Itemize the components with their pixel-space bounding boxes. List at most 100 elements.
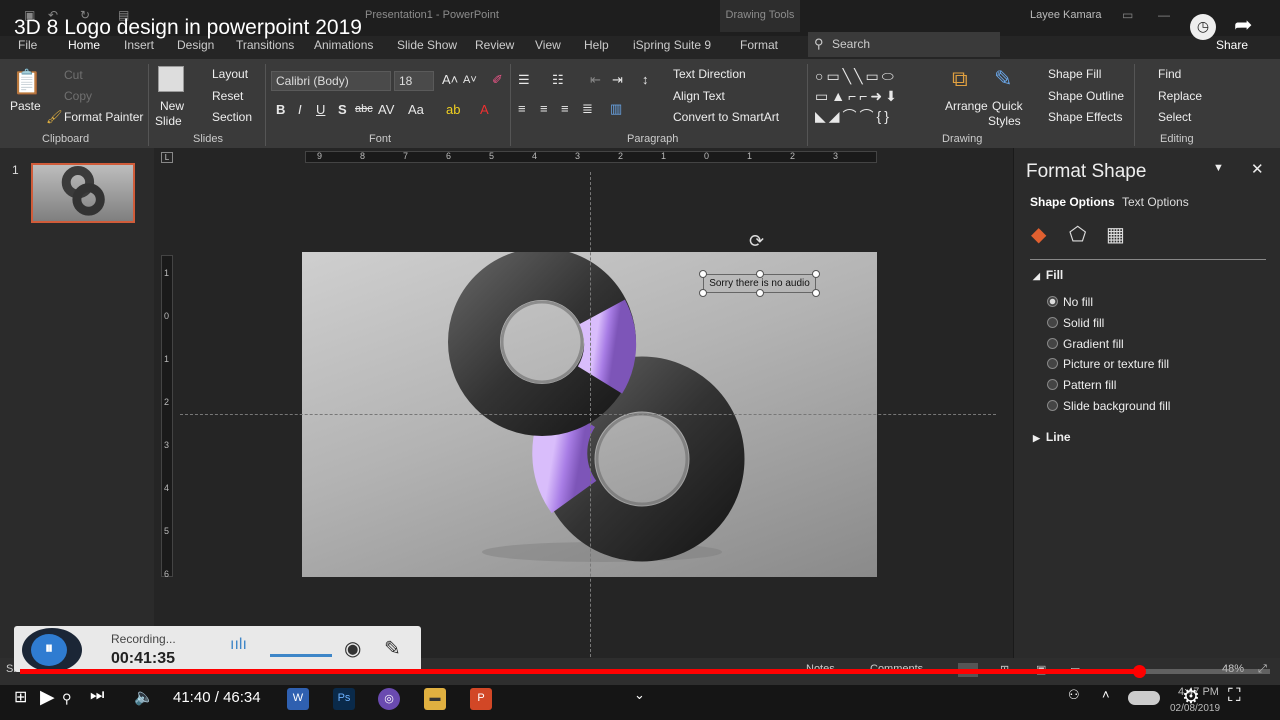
quick-styles-icon[interactable]: ✎ <box>994 66 1012 92</box>
shadow-icon[interactable]: S <box>338 102 347 117</box>
font-size-select[interactable]: 18 <box>394 71 434 91</box>
radio-slide-background-fill[interactable]: Slide background fill <box>1047 399 1170 413</box>
tab-format[interactable]: Format <box>740 38 778 52</box>
next-icon[interactable]: ⏭ <box>90 687 104 705</box>
select-button[interactable]: Select <box>1158 110 1191 124</box>
new-slide-button-2[interactable]: Slide <box>155 114 182 128</box>
pause-icon[interactable]: ⏸ <box>31 634 67 666</box>
bold-icon[interactable]: B <box>276 102 285 117</box>
chevron-down-icon[interactable]: ⌄ <box>634 687 645 703</box>
explorer-taskbar-icon[interactable]: ▬ <box>424 688 446 710</box>
radio-button[interactable] <box>1047 400 1058 411</box>
ribbon-display-icon[interactable]: ▭ <box>1122 8 1133 22</box>
resize-handle[interactable] <box>812 270 820 278</box>
paste-button[interactable]: Paste <box>10 99 41 113</box>
tab-ispring[interactable]: iSpring Suite 9 <box>633 38 711 52</box>
people-icon[interactable]: ⚇ <box>1068 687 1080 703</box>
pen-icon[interactable]: ✎ <box>384 636 401 661</box>
reset-button[interactable]: Reset <box>212 89 243 103</box>
format-painter-button[interactable]: Format Painter <box>64 110 143 124</box>
radio-gradient-fill[interactable]: Gradient fill <box>1047 337 1124 351</box>
increase-indent-icon[interactable]: ⇥ <box>612 72 623 88</box>
browser-taskbar-icon[interactable]: ◎ <box>378 688 400 710</box>
horizontal-guide[interactable] <box>180 414 996 415</box>
windows-start-icon[interactable]: ⊞ <box>14 687 27 707</box>
close-icon[interactable]: ✕ <box>1251 160 1264 178</box>
shrink-font-icon[interactable]: A˅ <box>463 74 477 86</box>
tray-chevron-icon[interactable]: ˄ <box>1102 687 1110 702</box>
arrange-button[interactable]: Arrange <box>945 99 988 113</box>
smartart-button[interactable]: Convert to SmartArt <box>673 110 779 124</box>
autoplay-toggle[interactable] <box>1128 691 1160 705</box>
rotate-handle-icon[interactable]: ⟳ <box>749 231 764 252</box>
section-button[interactable]: Section <box>212 110 252 124</box>
size-properties-icon[interactable]: ▦ <box>1106 222 1125 247</box>
change-case-icon[interactable]: Aa <box>408 102 424 117</box>
tab-help[interactable]: Help <box>584 38 609 52</box>
quick-styles-button-2[interactable]: Styles <box>988 114 1021 128</box>
grow-font-icon[interactable]: A˄ <box>442 72 458 87</box>
radio-button[interactable] <box>1047 338 1058 349</box>
share-button[interactable]: Share <box>1216 38 1248 52</box>
arrange-icon[interactable]: ⧉ <box>952 66 968 92</box>
shape-outline-button[interactable]: Shape Outline <box>1048 89 1124 103</box>
font-color-icon[interactable]: A <box>480 102 489 117</box>
radio-no-fill[interactable]: No fill <box>1047 295 1093 309</box>
fullscreen-icon[interactable]: ⛶ <box>1228 685 1241 706</box>
tab-selector[interactable]: L <box>161 152 173 163</box>
justify-icon[interactable]: ≣ <box>582 101 593 117</box>
quick-styles-button[interactable]: Quick <box>992 99 1023 113</box>
italic-icon[interactable]: I <box>298 102 302 117</box>
new-slide-button[interactable]: New <box>160 99 184 113</box>
underline-icon[interactable]: U <box>316 102 325 117</box>
find-button[interactable]: Find <box>1158 67 1181 81</box>
search-icon[interactable]: ⚲ <box>62 691 72 707</box>
strikethrough-icon[interactable]: abc <box>355 103 373 115</box>
numbering-icon[interactable]: ☷ <box>552 72 564 88</box>
line-section-header[interactable]: ▶ Line <box>1033 430 1071 444</box>
word-taskbar-icon[interactable]: W <box>287 688 309 710</box>
font-name-select[interactable]: Calibri (Body) <box>271 71 391 91</box>
pane-options-icon[interactable]: ▼ <box>1213 162 1224 174</box>
tab-text-options[interactable]: Text Options <box>1122 195 1189 209</box>
volume-slider[interactable] <box>270 654 332 657</box>
tab-insert[interactable]: Insert <box>124 38 154 52</box>
fill-line-icon[interactable]: ◆ <box>1031 222 1046 247</box>
audio-level-icon[interactable]: ıılı <box>230 636 247 654</box>
webcam-icon[interactable]: ◉ <box>344 636 361 661</box>
play-icon[interactable]: ▶ <box>40 686 55 709</box>
search-input[interactable]: Search <box>808 32 1000 57</box>
fill-section-header[interactable]: ◢ Fill <box>1033 268 1063 282</box>
radio-button[interactable] <box>1047 317 1058 328</box>
radio-button[interactable] <box>1047 296 1058 307</box>
shape-fill-button[interactable]: Shape Fill <box>1048 67 1101 81</box>
char-spacing-icon[interactable]: AV <box>378 102 394 117</box>
clear-format-icon[interactable]: ✐ <box>492 72 503 88</box>
bullets-icon[interactable]: ☰ <box>518 72 530 88</box>
tab-transitions[interactable]: Transitions <box>236 38 294 52</box>
tab-shape-options[interactable]: Shape Options <box>1030 195 1115 209</box>
decrease-indent-icon[interactable]: ⇤ <box>590 72 601 88</box>
resize-handle[interactable] <box>756 289 764 297</box>
new-slide-icon[interactable] <box>158 66 184 92</box>
tab-file[interactable]: File <box>18 38 37 52</box>
resize-handle[interactable] <box>812 289 820 297</box>
highlight-icon[interactable]: ab <box>446 102 460 117</box>
tab-home[interactable]: Home <box>68 38 100 52</box>
paste-icon[interactable]: 📋 <box>12 68 42 97</box>
tab-review[interactable]: Review <box>475 38 514 52</box>
photoshop-taskbar-icon[interactable]: Ps <box>333 688 355 710</box>
radio-solid-fill[interactable]: Solid fill <box>1047 316 1104 330</box>
replace-button[interactable]: Replace <box>1158 89 1202 103</box>
share-arrow-icon[interactable]: ➦ <box>1234 12 1252 38</box>
tab-view[interactable]: View <box>535 38 561 52</box>
line-spacing-icon[interactable]: ↕ <box>642 72 649 87</box>
resize-handle[interactable] <box>699 289 707 297</box>
resize-handle[interactable] <box>699 270 707 278</box>
align-text-button[interactable]: Align Text <box>673 89 725 103</box>
settings-gear-icon[interactable]: ⚙ <box>1182 684 1200 709</box>
columns-icon[interactable]: ▥ <box>610 101 622 117</box>
radio-button[interactable] <box>1047 379 1058 390</box>
volume-icon[interactable]: 🔈 <box>134 687 154 707</box>
shapes-gallery-icon[interactable]: ○▭╲╲▭⬭ ▭▲⌐⌐➜⬇ ◣◢⌒⌒{} <box>815 66 939 124</box>
